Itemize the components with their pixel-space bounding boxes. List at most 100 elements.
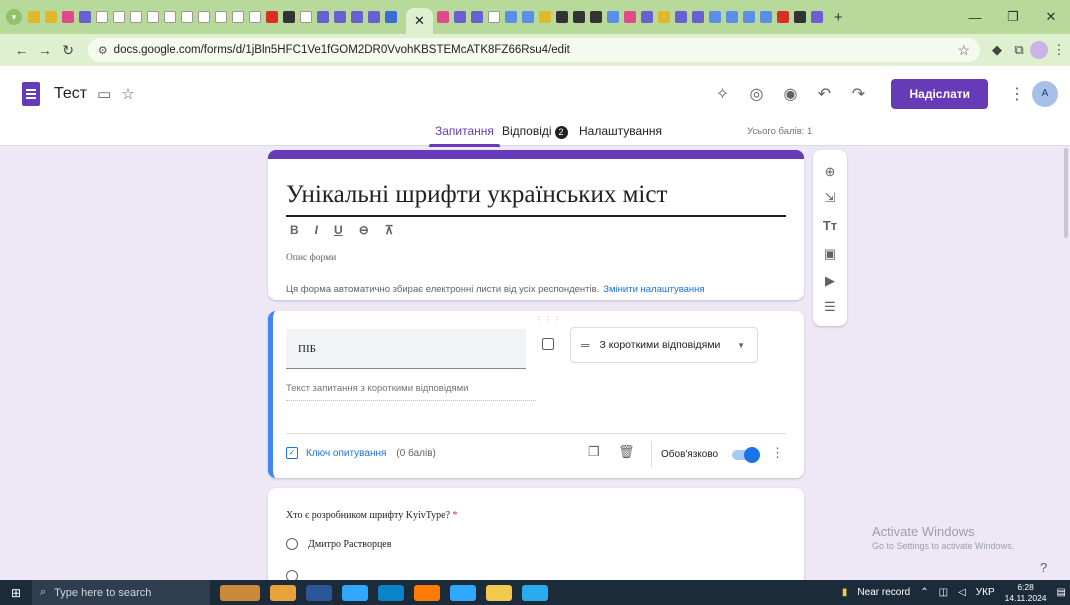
tab-favicon[interactable] xyxy=(521,11,534,23)
tab-search-icon[interactable]: ▾ xyxy=(6,9,22,25)
taskbar-app-icon[interactable] xyxy=(220,584,260,601)
required-toggle[interactable] xyxy=(732,447,760,463)
windows-start-icon[interactable]: ⊞ xyxy=(0,586,32,600)
add-ons-icon[interactable]: ✧ xyxy=(705,84,739,104)
bold-button[interactable]: B xyxy=(290,223,299,237)
tab-settings[interactable]: Налаштування xyxy=(579,124,662,138)
taskbar-app-icon[interactable] xyxy=(414,584,440,601)
new-tab-button[interactable]: + xyxy=(834,9,843,26)
underline-button[interactable]: U xyxy=(334,223,343,237)
tab-favicon[interactable] xyxy=(572,11,585,23)
tab-favicon[interactable] xyxy=(487,11,500,23)
tab-favicon[interactable] xyxy=(164,11,176,23)
add-question-icon[interactable]: ⊕ xyxy=(813,164,847,180)
weather-icon[interactable]: ▮ xyxy=(842,587,848,598)
taskbar-app-icon[interactable] xyxy=(450,584,476,601)
tab-favicon[interactable] xyxy=(351,11,363,23)
extension-icon[interactable]: ◆ xyxy=(986,42,1008,58)
tab-favicon[interactable] xyxy=(589,11,602,23)
link-icon[interactable]: ⊖ xyxy=(359,223,369,237)
star-icon[interactable]: ☆ xyxy=(121,85,134,103)
tab-favicon[interactable] xyxy=(198,11,210,23)
extensions-puzzle-icon[interactable]: ⧉ xyxy=(1008,42,1030,58)
tab-favicon[interactable] xyxy=(776,11,789,23)
add-image-icon[interactable]: ▣ xyxy=(813,246,847,262)
tab-favicon[interactable] xyxy=(334,11,346,23)
tab-favicon[interactable] xyxy=(470,11,483,23)
undo-icon[interactable]: ↶ xyxy=(807,84,841,104)
change-settings-link[interactable]: Змінити налаштування xyxy=(603,284,704,295)
tab-favicon[interactable] xyxy=(708,11,721,23)
notifications-icon[interactable]: ▤ xyxy=(1057,587,1066,598)
tab-favicon[interactable] xyxy=(266,11,278,23)
tab-favicon[interactable] xyxy=(283,11,295,23)
tab-favicon[interactable] xyxy=(317,11,329,23)
more-options-icon[interactable]: ⋮ xyxy=(1002,84,1032,104)
clear-format-icon[interactable]: ⊼ xyxy=(385,223,394,237)
account-avatar[interactable]: A xyxy=(1032,81,1058,107)
tab-favicon[interactable] xyxy=(368,11,380,23)
tab-favicon[interactable] xyxy=(436,11,449,23)
close-window-icon[interactable]: ✕ xyxy=(1032,9,1070,25)
forward-icon[interactable]: → xyxy=(33,42,56,58)
form-title[interactable]: Унікальні шрифти українських міст xyxy=(286,181,667,209)
maximize-icon[interactable]: ❐ xyxy=(994,9,1032,25)
tab-favicon[interactable] xyxy=(130,11,142,23)
tab-favicon[interactable] xyxy=(538,11,551,23)
question-type-select[interactable]: ═ З короткими відповідями ▼ xyxy=(570,327,758,363)
tab-close-icon[interactable]: ✕ xyxy=(414,13,425,29)
tab-favicon[interactable] xyxy=(793,11,806,23)
clock[interactable]: 6:28 14.11.2024 xyxy=(1005,582,1047,604)
google-forms-logo[interactable] xyxy=(22,82,40,106)
url-input[interactable]: ⚙ docs.google.com/forms/d/1jBln5HFC1Ve1f… xyxy=(87,38,980,62)
tab-favicon[interactable] xyxy=(62,11,74,23)
tab-favicon[interactable] xyxy=(453,11,466,23)
tab-favicon[interactable] xyxy=(300,11,312,23)
form-description[interactable]: Опис форми xyxy=(286,253,336,263)
tab-favicon[interactable] xyxy=(113,11,125,23)
tray-chevron-icon[interactable]: ⌃ xyxy=(920,587,928,598)
volume-icon[interactable]: ◁ xyxy=(958,587,966,598)
help-icon[interactable]: ? xyxy=(1040,560,1047,575)
tab-favicon[interactable] xyxy=(96,11,108,23)
option-row[interactable]: Дмитро Растворцев xyxy=(286,538,391,550)
drag-handle-icon[interactable]: ⋮⋮⋮ xyxy=(535,315,562,324)
tab-favicon[interactable] xyxy=(555,11,568,23)
site-settings-icon[interactable]: ⚙ xyxy=(98,44,108,57)
browser-menu-icon[interactable]: ⋮ xyxy=(1048,42,1070,58)
tab-favicon[interactable] xyxy=(742,11,755,23)
tab-questions[interactable]: Запитання xyxy=(429,124,500,147)
taskbar-app-icon[interactable] xyxy=(306,584,332,601)
redo-icon[interactable]: ↷ xyxy=(841,84,875,104)
taskbar-app-icon[interactable] xyxy=(342,584,368,601)
tab-favicon[interactable] xyxy=(606,11,619,23)
tab-favicon[interactable] xyxy=(385,11,397,23)
active-tab[interactable]: ✕ xyxy=(406,8,433,34)
tab-favicon[interactable] xyxy=(181,11,193,23)
network-icon[interactable]: ◫ xyxy=(939,587,948,598)
tab-favicon[interactable] xyxy=(640,11,653,23)
tab-favicon[interactable] xyxy=(249,11,261,23)
add-video-icon[interactable]: ▶ xyxy=(813,273,847,289)
move-to-folder-icon[interactable]: ▭ xyxy=(97,85,111,103)
tab-favicon[interactable] xyxy=(504,11,517,23)
import-questions-icon[interactable]: ⇲ xyxy=(813,190,847,206)
weather-text[interactable]: Near record xyxy=(857,587,910,598)
radio-button[interactable] xyxy=(286,538,298,550)
minimize-icon[interactable]: — xyxy=(956,10,994,25)
add-title-icon[interactable]: Tт xyxy=(813,218,847,233)
reload-icon[interactable]: ↻ xyxy=(57,42,80,59)
add-image-icon[interactable] xyxy=(542,338,554,350)
browser-profile-avatar[interactable] xyxy=(1030,41,1048,59)
tab-favicon[interactable] xyxy=(810,11,823,23)
taskbar-app-icon[interactable] xyxy=(486,584,512,601)
taskbar-app-icon[interactable] xyxy=(522,584,548,601)
tab-favicon[interactable] xyxy=(623,11,636,23)
tab-favicon[interactable] xyxy=(657,11,670,23)
tab-favicon[interactable] xyxy=(215,11,227,23)
form-doc-title[interactable]: Тест xyxy=(54,85,87,103)
duplicate-icon[interactable]: ❐ xyxy=(588,444,600,460)
page-scrollbar[interactable] xyxy=(1064,148,1068,238)
tab-favicon[interactable] xyxy=(691,11,704,23)
answer-key-button[interactable]: ✓ Ключ опитування (0 балів) xyxy=(286,447,436,459)
